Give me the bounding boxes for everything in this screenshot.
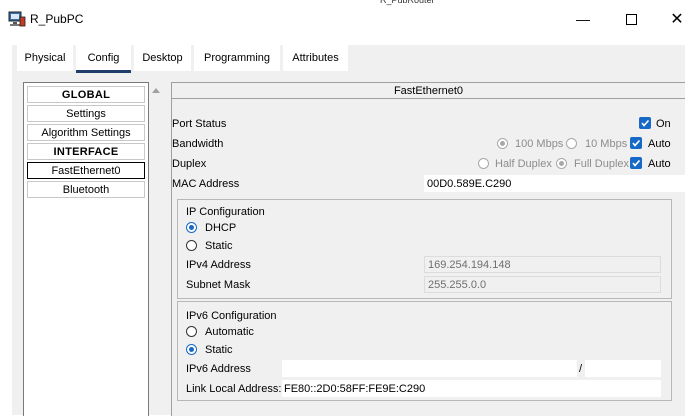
close-button[interactable]: ✕ [667,9,685,29]
tab-label: Physical [24,52,66,64]
scroll-up-arrow-icon[interactable] [150,85,162,97]
ipv6-automatic-radio[interactable] [186,326,197,337]
ipv6-configuration-heading: IPv6 Configuration [186,310,277,322]
ipv6-static-radio[interactable] [186,344,197,355]
tab-label: Programming [203,52,271,64]
minimize-button[interactable]: — [573,9,593,29]
static-ip-radio[interactable] [186,240,197,251]
mac-address-field[interactable]: 00D0.589E.C290 [424,175,685,192]
subnet-mask-label: Subnet Mask [186,279,251,291]
tab-label: Desktop [142,52,183,64]
duplex-label: Duplex [172,158,207,170]
ipv4-address-field[interactable]: 169.254.194.148 [424,256,661,273]
half-duplex-label: Half Duplex [495,158,552,170]
dhcp-label: DHCP [205,222,237,234]
sidebar-item-algorithm-settings[interactable]: Algorithm Settings [27,124,145,141]
bandwidth-10-radio[interactable] [566,138,577,149]
duplex-auto-checkbox[interactable] [630,157,642,169]
settings-list: GLOBAL Settings Algorithm Settings INTER… [23,82,149,416]
list-header-global: GLOBAL [27,86,145,103]
sidebar-item-bluetooth[interactable]: Bluetooth [27,181,145,198]
bandwidth-10-label: 10 Mbps [585,138,628,150]
full-duplex-radio[interactable] [556,158,567,169]
tab-label: Config [87,52,120,64]
link-local-address-field[interactable]: FE80::2D0:58FF:FE9E:C290 [282,380,661,397]
tab-physical[interactable]: Physical [17,45,73,71]
minimize-icon: — [576,11,590,27]
check-icon [641,119,650,127]
static-ip-label: Static [205,240,233,252]
sidebar-item-settings[interactable]: Settings [27,105,145,122]
duplex-auto-label: Auto [648,158,671,170]
ipv6-static-label: Static [205,344,233,356]
panel-title: FastEthernet0 [172,83,685,99]
maximize-button[interactable] [621,9,641,29]
port-status-on-label: On [656,118,671,130]
window-title: R_PubPC [30,12,84,26]
list-header-interface: INTERFACE [27,143,145,160]
tab-config[interactable]: Config [76,45,131,73]
check-icon [632,139,641,147]
link-local-address-label: Link Local Address: [186,383,282,395]
ipv6-address-label: IPv6 Address [186,363,251,375]
sidebar-item-fastethernet0[interactable]: FastEthernet0 [27,162,145,179]
tab-desktop[interactable]: Desktop [134,45,191,71]
bandwidth-auto-label: Auto [648,138,671,150]
app-icon [8,11,26,27]
ipv6-prefix-field[interactable] [585,360,661,377]
port-status-checkbox[interactable] [639,117,651,129]
close-icon: ✕ [670,11,684,28]
bandwidth-label: Bandwidth [172,138,224,150]
mac-address-label: MAC Address [172,178,240,190]
tab-label: Attributes [292,52,339,64]
dhcp-radio[interactable] [186,222,197,233]
port-status-label: Port Status [172,118,227,130]
tab-attributes[interactable]: Attributes [283,45,348,71]
list-scrollbar[interactable] [149,82,163,415]
half-duplex-radio[interactable] [478,158,489,169]
bandwidth-100-label: 100 Mbps [515,138,564,150]
bandwidth-100-radio[interactable] [497,138,508,149]
tab-programming[interactable]: Programming [194,45,280,71]
bandwidth-auto-checkbox[interactable] [630,137,642,149]
background-window-strip: R_PubRouter [380,0,435,5]
check-icon [632,159,641,167]
ip-configuration-heading: IP Configuration [186,206,265,218]
full-duplex-label: Full Duplex [574,158,630,170]
maximize-icon [625,13,637,25]
subnet-mask-field[interactable]: 255.255.0.0 [424,276,661,293]
ipv4-address-label: IPv4 Address [186,259,251,271]
ipv6-automatic-label: Automatic [205,326,254,338]
ipv6-address-field[interactable] [282,360,577,377]
ipv6-prefix-separator: / [579,363,583,375]
